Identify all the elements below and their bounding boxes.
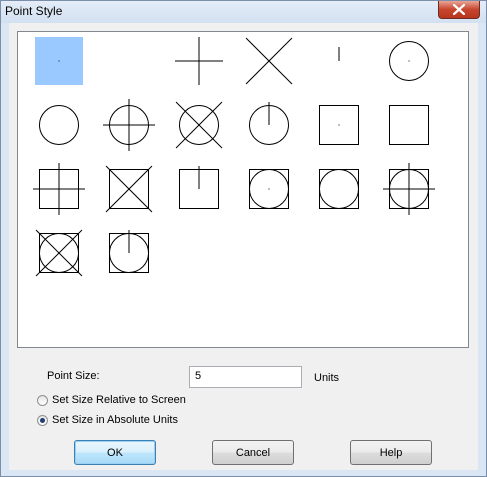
point-style-square-circle-plus[interactable] (383, 163, 435, 215)
absolute-size-label: Set Size in Absolute Units (52, 414, 178, 426)
point-style-circle-dot[interactable] (385, 37, 433, 85)
plus-icon (175, 37, 223, 85)
circle-dot-icon (389, 41, 429, 81)
point-style-circle-tick[interactable] (245, 101, 293, 149)
none-icon (105, 37, 153, 85)
point-style-x[interactable] (245, 37, 293, 85)
point-style-square[interactable] (385, 101, 433, 149)
units-label: Units (314, 372, 340, 384)
square-x-icon (105, 165, 153, 213)
relative-size-label: Set Size Relative to Screen (52, 394, 186, 406)
point-size-label: Point Size: (47, 370, 100, 382)
point-style-dot[interactable] (35, 37, 83, 85)
absolute-size-radio[interactable] (37, 414, 48, 426)
point-style-dialog: Point Style Point Size: 5 Units Set Size… (0, 0, 487, 477)
close-icon (453, 4, 465, 15)
square-tick-icon (179, 166, 219, 209)
dialog-body: Point Size: 5 Units Set Size Relative to… (9, 23, 478, 470)
square-circle-icon (319, 169, 359, 209)
point-style-square-circle-tick[interactable] (105, 229, 153, 277)
x-icon (245, 37, 293, 85)
point-style-square-circle[interactable] (315, 165, 363, 213)
point-style-plus[interactable] (175, 37, 223, 85)
title-bar: Point Style (1, 1, 486, 23)
point-style-none[interactable] (105, 37, 153, 85)
point-style-circle-plus[interactable] (103, 99, 155, 151)
dot-icon (58, 60, 60, 62)
point-style-tick[interactable] (315, 37, 363, 85)
circle-tick-icon (249, 102, 289, 145)
point-style-square-circle-x[interactable] (35, 229, 83, 277)
circle-plus-icon (103, 99, 155, 151)
point-style-circle[interactable] (35, 101, 83, 149)
point-style-square-plus[interactable] (33, 163, 85, 215)
point-style-square-circle-dot[interactable] (245, 165, 293, 213)
circle-x-icon (175, 101, 223, 149)
point-size-input[interactable]: 5 (189, 366, 302, 388)
square-icon (389, 105, 429, 145)
point-style-circle-x[interactable] (175, 101, 223, 149)
point-style-square-dot[interactable] (315, 101, 363, 149)
point-style-grid (17, 31, 469, 348)
circle-icon (39, 105, 79, 145)
square-circle-tick-icon (109, 230, 149, 273)
close-button[interactable] (438, 1, 480, 19)
ok-button[interactable]: OK (74, 440, 156, 465)
absolute-size-option[interactable]: Set Size in Absolute Units (37, 414, 178, 426)
relative-size-option[interactable]: Set Size Relative to Screen (37, 394, 186, 406)
square-circle-x-icon (35, 229, 83, 277)
square-circle-dot-icon (249, 169, 289, 209)
window-title: Point Style (5, 4, 63, 18)
relative-size-radio[interactable] (37, 394, 48, 406)
square-dot-icon (319, 105, 359, 145)
square-plus-icon (33, 163, 85, 215)
tick-icon (338, 47, 340, 61)
help-button[interactable]: Help (350, 440, 432, 465)
point-style-square-tick[interactable] (175, 165, 223, 213)
square-circle-plus-icon (383, 163, 435, 215)
cancel-button[interactable]: Cancel (212, 440, 294, 465)
point-style-square-x[interactable] (105, 165, 153, 213)
